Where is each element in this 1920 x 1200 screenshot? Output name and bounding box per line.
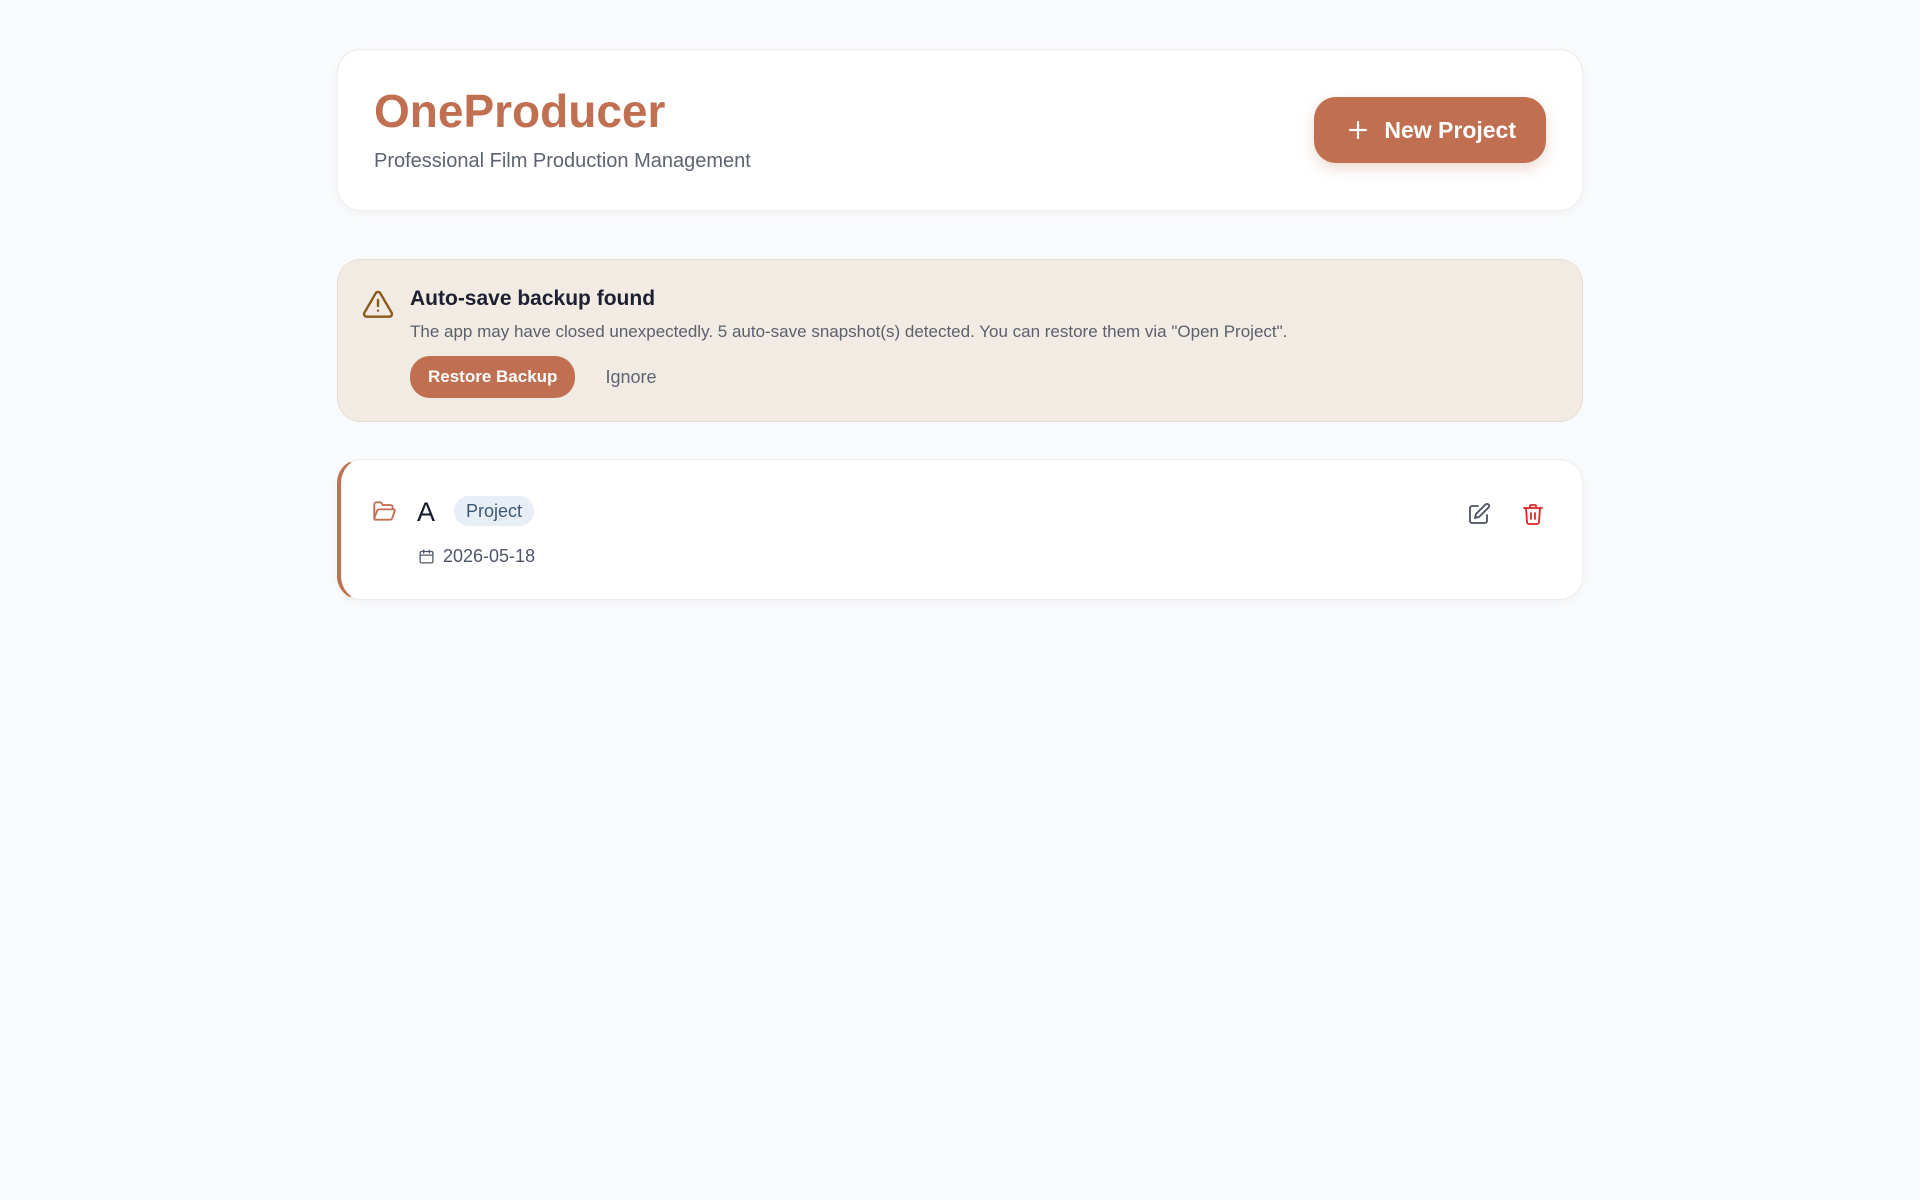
plus-icon [1349, 120, 1368, 140]
alert-actions: Restore Backup Ignore [410, 356, 1582, 398]
app-container: OneProducer Professional Film Production… [337, 49, 1583, 600]
project-type-badge: Project [454, 496, 535, 526]
project-name: A [417, 497, 436, 527]
project-date-text: 2026-05-18 [443, 546, 536, 566]
calendar-icon [419, 549, 434, 564]
new-project-button[interactable]: New Project [1314, 97, 1546, 163]
restore-backup-button[interactable]: Restore Backup [410, 356, 576, 398]
brand: OneProducer Professional Film Production… [374, 88, 751, 173]
alert-message: The app may have closed unexpectedly. 5 … [410, 322, 1288, 341]
app-header: OneProducer Professional Film Production… [337, 49, 1583, 211]
delete-project-button[interactable] [1517, 498, 1549, 530]
app-title: OneProducer [374, 84, 666, 137]
autosave-alert: Auto-save backup found The app may have … [337, 259, 1583, 422]
project-card[interactable]: A Project 2026-05-18 [337, 459, 1583, 600]
trash-icon [1523, 504, 1543, 525]
folder-open-icon [373, 501, 396, 521]
ignore-button[interactable]: Ignore [605, 367, 656, 388]
edit-project-button[interactable] [1463, 498, 1495, 530]
edit-icon [1469, 503, 1490, 524]
app-subtitle: Professional Film Production Management [374, 149, 751, 172]
new-project-label: New Project [1384, 116, 1516, 143]
project-date: 2026-05-18 [418, 546, 535, 567]
alert-title: Auto-save backup found [410, 287, 656, 310]
warning-triangle-icon [362, 290, 394, 318]
